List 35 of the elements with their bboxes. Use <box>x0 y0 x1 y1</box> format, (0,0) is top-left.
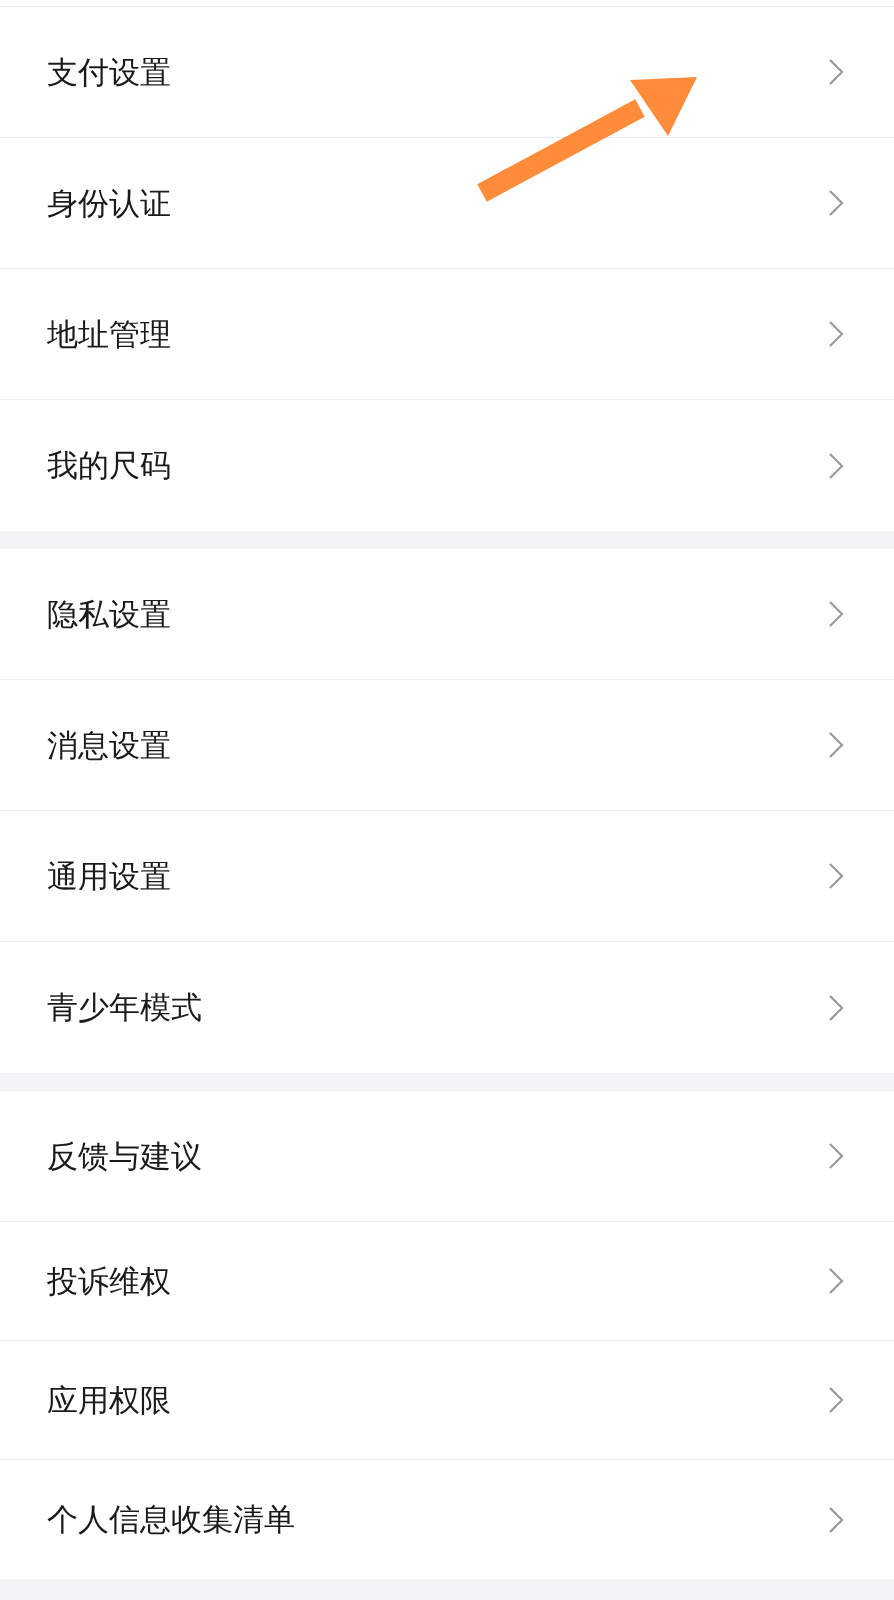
settings-item[interactable]: 消息设置 <box>0 680 894 811</box>
settings-item-label: 投诉维权 <box>47 1261 171 1301</box>
settings-item[interactable]: 个人信息收集清单 <box>0 1460 894 1579</box>
settings-item[interactable]: 我的尺码 <box>0 400 894 531</box>
chevron-right-icon <box>828 1386 844 1414</box>
settings-item[interactable]: 应用权限 <box>0 1341 894 1460</box>
chevron-right-icon <box>828 731 844 759</box>
chevron-right-icon <box>828 1142 844 1170</box>
settings-item[interactable]: 身份认证 <box>0 138 894 269</box>
settings-item-label: 青少年模式 <box>47 988 202 1028</box>
chevron-right-icon <box>828 189 844 217</box>
settings-item-label: 我的尺码 <box>47 446 171 486</box>
settings-item-label: 地址管理 <box>47 314 171 354</box>
settings-item[interactable]: 投诉维权 <box>0 1222 894 1341</box>
chevron-right-icon <box>828 600 844 628</box>
chevron-right-icon <box>828 1267 844 1295</box>
settings-item-label: 身份认证 <box>47 183 171 223</box>
chevron-right-icon <box>828 451 844 480</box>
chevron-right-icon <box>828 862 844 890</box>
settings-item-label: 应用权限 <box>47 1380 171 1420</box>
chevron-right-icon <box>828 1505 844 1534</box>
settings-item[interactable]: 青少年模式 <box>0 942 894 1073</box>
settings-item-label: 隐私设置 <box>47 594 171 634</box>
chevron-right-icon <box>828 320 844 348</box>
settings-item-label: 反馈与建议 <box>47 1136 202 1176</box>
settings-item-label: 支付设置 <box>47 52 171 92</box>
settings-item[interactable]: 反馈与建议 <box>0 1091 894 1222</box>
settings-item[interactable]: 地址管理 <box>0 269 894 400</box>
settings-item[interactable]: 通用设置 <box>0 811 894 942</box>
settings-item-label: 通用设置 <box>47 856 171 896</box>
settings-item-label: 消息设置 <box>47 725 171 765</box>
settings-item-label: 个人信息收集清单 <box>47 1500 295 1540</box>
chevron-right-icon <box>828 58 844 86</box>
chevron-right-icon <box>828 993 844 1022</box>
settings-item[interactable]: 隐私设置 <box>0 549 894 680</box>
